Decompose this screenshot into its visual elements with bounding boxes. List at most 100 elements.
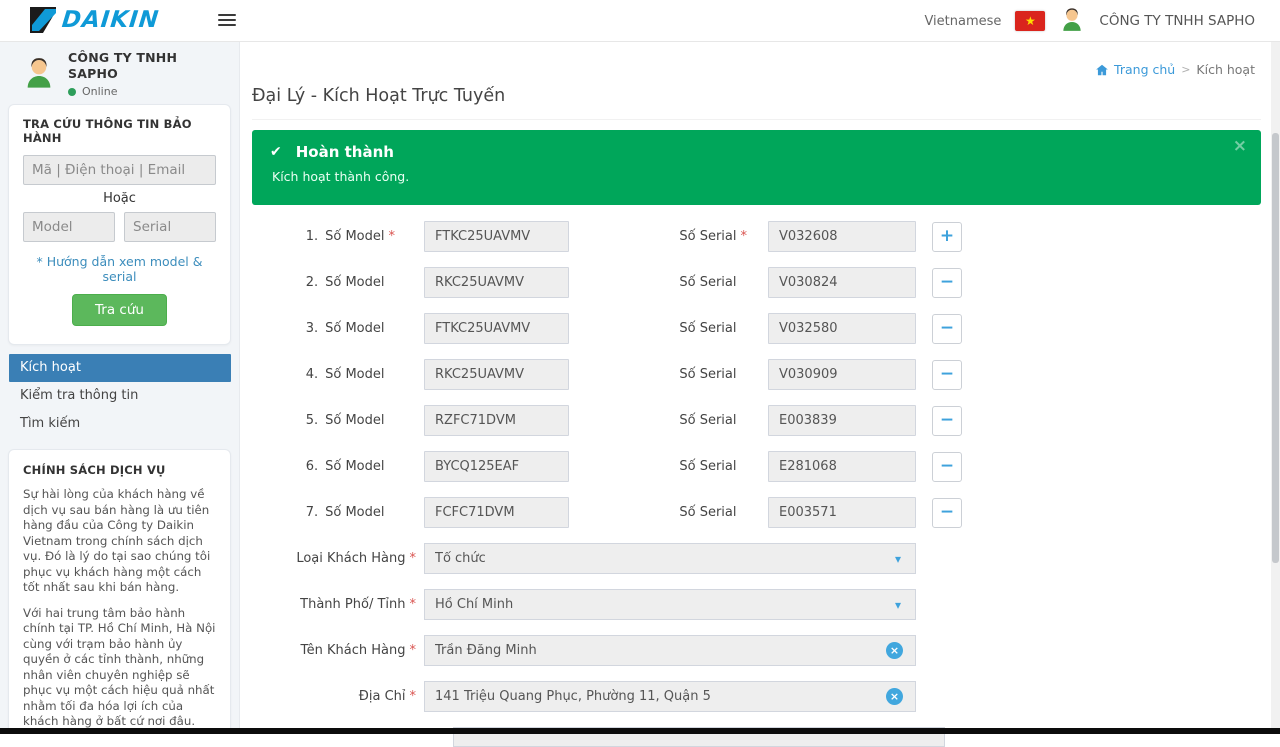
title-divider	[252, 119, 1261, 120]
serial-label: Số Serial*	[569, 321, 747, 336]
alert-close-icon[interactable]: ×	[1233, 138, 1247, 155]
policy-paragraph-1: Sự hài lòng của khách hàng về dịch vụ sa…	[23, 487, 216, 596]
daikin-logo-icon	[30, 7, 56, 33]
code-phone-email-input[interactable]	[23, 155, 216, 185]
model-label: 5.Số Model*	[252, 413, 395, 428]
customer-field-row: Địa Chỉ* 141 Triệu Quang Phục, Phường 11…	[252, 681, 1261, 712]
clear-field-icon[interactable]: ×	[886, 688, 903, 705]
policy-title: CHÍNH SÁCH DỊCH VỤ	[23, 463, 216, 477]
text-field[interactable]: Trần Đăng Minh ×	[424, 635, 916, 666]
remove-row-button[interactable]: −	[932, 314, 962, 344]
lookup-title: TRA CỨU THÔNG TIN BẢO HÀNH	[23, 117, 216, 145]
scrollbar-thumb[interactable]	[1272, 133, 1279, 563]
model-input[interactable]	[424, 267, 569, 298]
model-serial-row: 3.Số Model* Số Serial* −	[252, 313, 1261, 344]
remove-row-button[interactable]: −	[932, 452, 962, 482]
breadcrumb-home-link[interactable]: Trang chủ	[1095, 62, 1175, 77]
serial-input[interactable]	[768, 405, 916, 436]
check-icon: ✔	[270, 144, 282, 160]
hamburger-menu-icon[interactable]	[218, 14, 236, 29]
serial-label: Số Serial*	[569, 505, 747, 520]
sidebar-user-name: CÔNG TY TNHH SAPHO	[68, 50, 177, 81]
remove-row-button[interactable]: −	[932, 498, 962, 528]
customer-fields: Loại Khách Hàng* Tổ chức ▾ Thành Phố/ Tỉ…	[252, 543, 1261, 712]
serial-input[interactable]	[768, 221, 916, 252]
sidebar-user-avatar-icon	[22, 55, 56, 93]
header-user-name[interactable]: CÔNG TY TNHH SAPHO	[1099, 13, 1255, 29]
serial-input[interactable]	[768, 313, 916, 344]
model-input[interactable]	[424, 497, 569, 528]
main-content: Trang chủ > Kích hoạt Đại Lý - Kích Hoạt…	[240, 42, 1271, 734]
online-status-dot	[68, 88, 76, 96]
sidebar-user-panel: CÔNG TY TNHH SAPHO Online	[0, 42, 239, 104]
model-serial-row: 6.Số Model* Số Serial* −	[252, 451, 1261, 482]
field-label: Loại Khách Hàng*	[252, 551, 416, 566]
model-serial-row: 2.Số Model* Số Serial* −	[252, 267, 1261, 298]
model-input[interactable]	[424, 405, 569, 436]
serial-input[interactable]	[768, 359, 916, 390]
model-label: 7.Số Model*	[252, 505, 395, 520]
model-lookup-input[interactable]	[23, 212, 115, 242]
header-right: Vietnamese ★ CÔNG TY TNHH SAPHO	[924, 0, 1255, 42]
breadcrumb-current: Kích hoạt	[1196, 62, 1255, 77]
serial-lookup-input[interactable]	[124, 212, 216, 242]
page-scrollbar[interactable]	[1271, 42, 1280, 734]
serial-label: Số Serial*	[569, 367, 747, 382]
lookup-search-button[interactable]: Tra cứu	[72, 294, 167, 326]
remove-row-button[interactable]: −	[932, 406, 962, 436]
language-label[interactable]: Vietnamese	[924, 14, 1001, 29]
sidebar-menu-item[interactable]: Kích hoạt	[9, 354, 231, 382]
add-row-button[interactable]: +	[932, 222, 962, 252]
alert-title: Hoàn thành	[296, 143, 394, 161]
daikin-logo[interactable]: DAIKIN	[30, 7, 159, 33]
customer-field-row: Tên Khách Hàng* Trần Đăng Minh ×	[252, 635, 1261, 666]
model-input[interactable]	[424, 359, 569, 390]
model-serial-row: 1.Số Model* Số Serial* +	[252, 221, 1261, 252]
service-policy-card: CHÍNH SÁCH DỊCH VỤ Sự hài lòng của khách…	[8, 449, 231, 734]
success-alert: ✔ Hoàn thành Kích hoạt thành công. ×	[252, 130, 1261, 205]
sidebar-menu-item[interactable]: Tìm kiếm	[0, 410, 239, 438]
flag-star-icon: ★	[1025, 15, 1036, 27]
daikin-logo-text: DAIKIN	[61, 7, 161, 33]
select-field[interactable]: Tổ chức ▾	[424, 543, 916, 574]
field-label: Địa Chỉ*	[252, 689, 416, 704]
customer-field-row: Thành Phố/ Tỉnh* Hồ Chí Minh ▾	[252, 589, 1261, 620]
model-input[interactable]	[424, 451, 569, 482]
chevron-down-icon: ▾	[895, 552, 901, 566]
model-input[interactable]	[424, 221, 569, 252]
vietnam-flag-icon[interactable]: ★	[1015, 11, 1045, 31]
sidebar: CÔNG TY TNHH SAPHO Online TRA CỨU THÔNG …	[0, 42, 240, 734]
text-field[interactable]: 141 Triệu Quang Phục, Phường 11, Quận 5 …	[424, 681, 916, 712]
field-label: Tên Khách Hàng*	[252, 643, 416, 658]
page-title: Đại Lý - Kích Hoạt Trực Tuyến	[252, 86, 505, 106]
serial-label: Số Serial*	[569, 459, 747, 474]
model-serial-row: 4.Số Model* Số Serial* −	[252, 359, 1261, 390]
model-serial-guide-link[interactable]: * Hướng dẫn xem model & serial	[23, 254, 216, 284]
serial-label: Số Serial*	[569, 229, 747, 244]
activation-form: 1.Số Model* Số Serial* + 2.Số Model* Số …	[252, 221, 1261, 747]
policy-paragraph-2: Với hai trung tâm bảo hành chính tại TP.…	[23, 606, 216, 730]
model-label: 1.Số Model*	[252, 229, 395, 244]
alert-message: Kích hoạt thành công.	[272, 169, 1243, 184]
remove-row-button[interactable]: −	[932, 268, 962, 298]
sidebar-menu-item[interactable]: Kiểm tra thông tin	[0, 382, 239, 410]
serial-label: Số Serial*	[569, 275, 747, 290]
home-icon	[1095, 63, 1109, 77]
model-serial-rows: 1.Số Model* Số Serial* + 2.Số Model* Số …	[252, 221, 1261, 528]
online-status-label: Online	[82, 85, 117, 98]
serial-input[interactable]	[768, 451, 916, 482]
breadcrumb-separator: >	[1181, 63, 1190, 76]
serial-input[interactable]	[768, 267, 916, 298]
model-serial-row: 7.Số Model* Số Serial* −	[252, 497, 1261, 528]
select-field[interactable]: Hồ Chí Minh ▾	[424, 589, 916, 620]
serial-input[interactable]	[768, 497, 916, 528]
sidebar-menu: Kích hoạtKiểm tra thông tinTìm kiếm	[0, 354, 239, 438]
remove-row-button[interactable]: −	[932, 360, 962, 390]
model-input[interactable]	[424, 313, 569, 344]
user-avatar-icon[interactable]	[1059, 6, 1085, 36]
field-label: Thành Phố/ Tỉnh*	[252, 597, 416, 612]
customer-field-row: Loại Khách Hàng* Tổ chức ▾	[252, 543, 1261, 574]
model-label: 3.Số Model*	[252, 321, 395, 336]
clear-field-icon[interactable]: ×	[886, 642, 903, 659]
model-label: 6.Số Model*	[252, 459, 395, 474]
